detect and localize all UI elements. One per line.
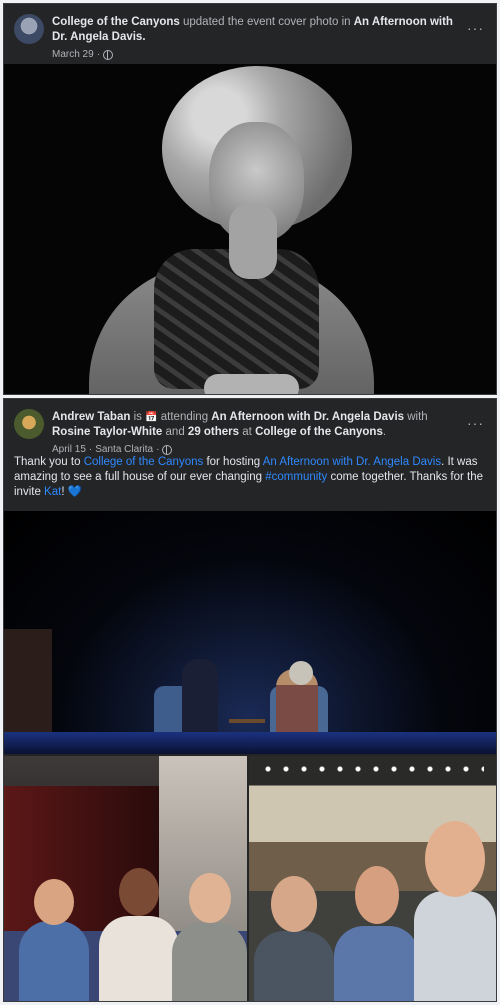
person-1 <box>254 876 334 1001</box>
stage-floor <box>4 732 496 754</box>
more-options-icon[interactable]: ··· <box>467 415 484 431</box>
post-cover-photo: College of the Canyons updated the event… <box>3 3 497 395</box>
blue-heart-emoji: 💙 <box>67 486 83 498</box>
selfie-stage-photo[interactable] <box>4 756 247 1001</box>
post-header: College of the Canyons updated the event… <box>4 4 496 62</box>
globe-icon <box>103 49 114 60</box>
event-text-link[interactable]: An Afternoon with Dr. Angela Davis <box>263 456 441 468</box>
at-text: at <box>242 426 252 438</box>
selfie-auditorium-photo[interactable] <box>249 756 496 1001</box>
text-part: for hosting <box>203 456 263 468</box>
head <box>354 866 399 924</box>
text-part: Thank you to <box>14 456 84 468</box>
college-link[interactable]: College of the Canyons <box>84 456 204 468</box>
person-3 <box>172 873 247 1001</box>
period: . <box>382 426 387 438</box>
person-2 <box>334 866 419 1001</box>
post-date[interactable]: March 29 <box>52 47 94 62</box>
post-subline: March 29 · <box>52 47 456 62</box>
head <box>34 879 74 925</box>
post-text: Thank you to College of the Canyons for … <box>4 455 496 500</box>
head <box>271 876 317 932</box>
globe-icon <box>162 444 173 455</box>
mention-link[interactable]: Kat <box>44 486 61 498</box>
portrait-hands <box>204 374 299 394</box>
separator: · <box>96 49 101 60</box>
post-header: Andrew Taban is 📅 attending An Afternoon… <box>4 399 496 455</box>
hashtag-link[interactable]: #community <box>265 471 327 483</box>
head <box>425 821 485 897</box>
portrait-hand <box>229 204 277 279</box>
action-text: updated the event cover photo in <box>183 16 351 28</box>
post-attending: Andrew Taban is 📅 attending An Afternoon… <box>3 398 497 1002</box>
with-text: with <box>407 411 428 423</box>
more-options-icon[interactable]: ··· <box>467 20 484 36</box>
person-2 <box>99 868 179 1001</box>
ceiling-lights <box>259 764 484 774</box>
actor-link[interactable]: College of the Canyons <box>52 16 180 28</box>
stage-photo[interactable] <box>4 511 496 754</box>
andrew-avatar[interactable] <box>14 409 44 439</box>
activity-text: attending <box>160 411 209 423</box>
and-text: and <box>165 426 185 438</box>
others-link[interactable]: 29 others <box>188 426 239 438</box>
podium <box>4 629 52 749</box>
post-meta: Andrew Taban is 📅 attending An Afternoon… <box>52 410 456 457</box>
tagged-person-link[interactable]: Rosine Taylor-White <box>52 426 162 438</box>
event-cover-photo[interactable] <box>4 64 496 394</box>
calendar-icon: 📅 <box>145 412 158 423</box>
is-text: is <box>133 411 142 423</box>
speaker-right-hair <box>289 661 313 685</box>
actor-link[interactable]: Andrew Taban <box>52 411 130 423</box>
place-link[interactable]: College of the Canyons <box>255 426 383 438</box>
college-avatar[interactable] <box>14 14 44 44</box>
person-3 <box>414 821 496 1001</box>
person-1 <box>19 879 89 1001</box>
head <box>119 868 159 916</box>
head <box>188 873 231 923</box>
event-link[interactable]: An Afternoon with Dr. Angela Davis <box>211 411 404 423</box>
post-meta: College of the Canyons updated the event… <box>52 15 456 62</box>
